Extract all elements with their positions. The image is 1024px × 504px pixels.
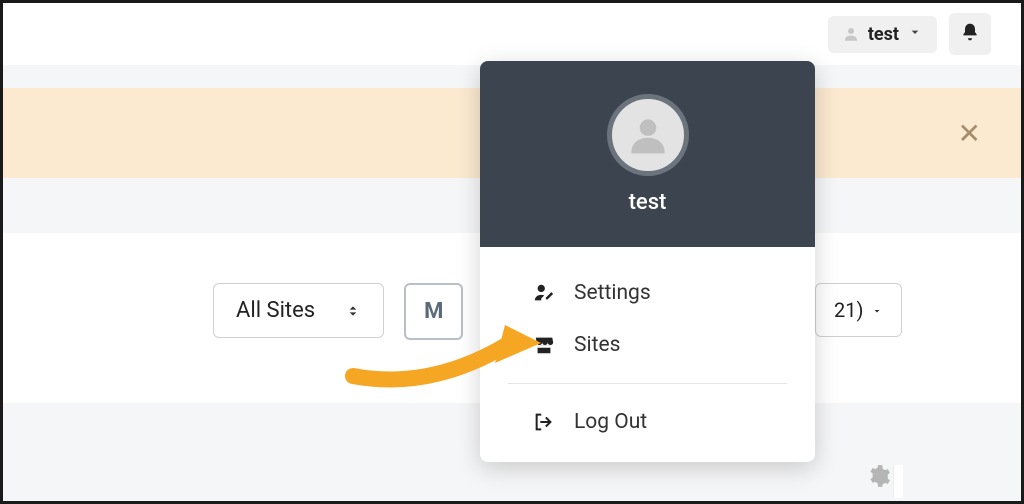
menu-divider xyxy=(508,383,787,384)
store-icon xyxy=(532,334,556,356)
username-label: test xyxy=(868,24,899,45)
sort-icon xyxy=(345,300,361,322)
filter-button-label: M xyxy=(424,299,443,324)
close-icon[interactable]: ✕ xyxy=(958,117,981,150)
avatar xyxy=(607,94,689,176)
filter-button-partial[interactable]: M xyxy=(404,283,463,340)
menu-label: Settings xyxy=(574,281,651,305)
user-edit-icon xyxy=(532,282,556,304)
site-select[interactable]: All Sites xyxy=(213,283,384,338)
date-select-text: 21) xyxy=(834,298,863,322)
logout-icon xyxy=(532,411,556,433)
user-menu-trigger[interactable]: test xyxy=(828,16,937,53)
gear-icon[interactable] xyxy=(865,463,891,493)
menu-label: Log Out xyxy=(574,410,647,434)
user-dropdown: test Settings Sites Log Out xyxy=(480,61,815,462)
app-frame: test ✕ All Sites M 21) xyxy=(0,0,1024,504)
date-select-partial[interactable]: 21) xyxy=(815,283,902,337)
top-toolbar: test xyxy=(3,3,1021,65)
user-icon xyxy=(842,25,860,43)
caret-down-icon xyxy=(871,298,883,322)
menu-label: Sites xyxy=(574,333,620,357)
notifications-button[interactable] xyxy=(949,13,991,55)
scrollbar-stub xyxy=(893,465,903,498)
menu-item-settings[interactable]: Settings xyxy=(480,267,815,319)
site-select-label: All Sites xyxy=(236,298,315,323)
dropdown-username: test xyxy=(629,190,667,215)
dropdown-header: test xyxy=(480,61,815,247)
bell-icon xyxy=(960,22,980,46)
menu-item-sites[interactable]: Sites xyxy=(480,319,815,371)
dropdown-body: Settings Sites Log Out xyxy=(480,247,815,462)
chevron-down-icon xyxy=(907,24,923,44)
menu-item-logout[interactable]: Log Out xyxy=(480,396,815,458)
